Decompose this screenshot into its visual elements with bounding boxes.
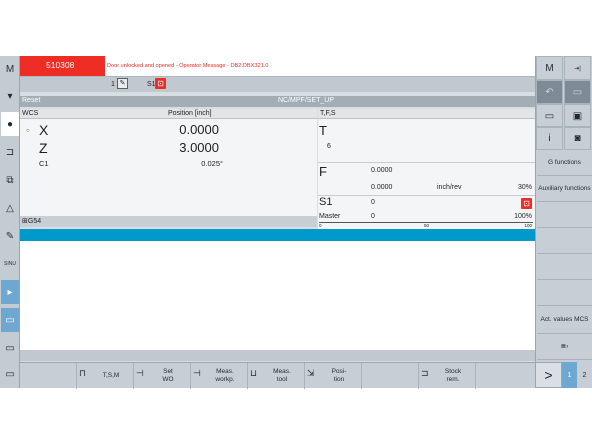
program-block-highlight <box>20 229 535 241</box>
reference-dot-icon: ○ <box>26 128 30 134</box>
startup-key[interactable]: ✎ <box>1 224 19 248</box>
scale-tick: 50 <box>424 223 430 228</box>
right-softkey-bar: M ⇥| ↶ ▭ ▭ ▣ i ◙ G functions Auxiliary f… <box>535 56 592 388</box>
work-offset-icon: ⊣ <box>136 368 144 378</box>
scale-tick: 100 <box>524 223 532 228</box>
tfs-panel: T,F,S T 6 F 0.0000 0.0000 inch/rev 30% S… <box>318 109 535 216</box>
tfs-header: T,F,S <box>318 109 535 119</box>
wcs-panel: WCS Position [inch] ○ X 0.0000 Z 3.0000 … <box>20 109 317 216</box>
axis-row-x: ○ X 0.0000 <box>20 122 317 138</box>
diagnostics-key[interactable]: ⧉ <box>1 168 19 192</box>
spindle-value: 0 <box>371 199 375 206</box>
feed-label: F <box>319 164 327 179</box>
tool-label: T <box>319 123 327 138</box>
g-functions-button[interactable]: G functions <box>537 150 592 176</box>
feed-value: 0.0000 <box>371 167 393 174</box>
wcs-header: WCS Position [inch] <box>20 109 317 119</box>
spindle-status-icon: ⊡ <box>521 198 532 209</box>
status-bar: Reset NC/MPF/SET_UP <box>20 96 535 107</box>
alarm-number: 510308 <box>20 56 105 76</box>
auxiliary-functions-button[interactable]: Auxiliary functions <box>537 176 592 202</box>
program-display <box>20 241 535 350</box>
axis-name: Z <box>39 140 48 156</box>
work-offset: ⊞G54 <box>20 216 317 227</box>
sinumerik-key[interactable]: SINU <box>1 252 19 276</box>
monitor-icon[interactable]: ▭ <box>536 104 563 128</box>
edit-icon: ✎ <box>117 78 128 89</box>
parameter-key[interactable]: ▾ <box>1 84 19 108</box>
alarm-key[interactable]: △ <box>1 196 19 220</box>
feed-override: 30% <box>517 184 532 191</box>
position-button[interactable]: ⇲ Posi- tion <box>305 363 362 389</box>
page-1-button[interactable]: 1 <box>562 362 577 388</box>
page-2-button[interactable]: 2 <box>577 362 592 388</box>
tsm-button[interactable]: ⊓ T,S,M <box>77 363 134 389</box>
tool-number: 6 <box>327 143 331 150</box>
jog-icon[interactable]: ⇥| <box>564 56 591 80</box>
bottom-softkey-bar: ⊓ T,S,M ⊣ Set WO ⊣ Meas. workp. ⊔ Meas. … <box>20 362 535 389</box>
empty-softkey[interactable] <box>476 363 535 389</box>
divider <box>318 162 535 163</box>
panel-icon[interactable]: ▭ <box>1 336 19 360</box>
expand-icon[interactable]: ▸ <box>1 280 19 304</box>
spindle-label: S1 <box>319 196 333 208</box>
program-key[interactable]: ● <box>1 112 19 136</box>
act-values-mcs-button[interactable]: Act. values MCS <box>537 306 592 334</box>
panel-icon-2[interactable]: ▭ <box>1 362 19 386</box>
undo-icon[interactable]: ↶ <box>536 80 563 104</box>
position-header: Position [inch] <box>168 110 212 117</box>
empty-softkey[interactable] <box>362 363 419 389</box>
axis-value: 0.025° <box>201 159 223 168</box>
empty-softkey[interactable] <box>20 363 77 389</box>
axis-value: 0.0000 <box>179 122 219 137</box>
tool-icon: ⊓ <box>79 368 87 378</box>
axis-value: 3.0000 <box>179 140 219 155</box>
meas-tool-button[interactable]: ⊔ Meas. tool <box>248 363 305 389</box>
stock-removal-icon: ⊐ <box>421 368 429 378</box>
empty-softkey[interactable] <box>537 280 592 306</box>
master-label: Master <box>319 213 341 220</box>
master-value: 0 <box>371 213 375 220</box>
empty-softkey[interactable] <box>537 202 592 228</box>
axis-name: X <box>39 122 49 138</box>
divider <box>318 195 535 196</box>
empty-softkey[interactable] <box>537 228 592 254</box>
measure-workpiece-icon: ⊣ <box>193 368 201 378</box>
spindle-status-icon: ⊡ <box>155 78 166 89</box>
program-path: NC/MPF/SET_UP <box>278 97 335 104</box>
hmi-screen: M ▾ ● ⊐ ⧉ △ ✎ SINU ▸ ▭ ▭ ▭ 510308 Door u… <box>0 56 592 389</box>
channel-number: 1 <box>111 81 115 88</box>
left-softkey-bar: M ▾ ● ⊐ ⧉ △ ✎ SINU ▸ ▭ ▭ ▭ <box>0 56 20 388</box>
reset-status: Reset <box>22 97 41 104</box>
stock-rem-button[interactable]: ⊐ Stock rem. <box>419 363 476 389</box>
measure-tool-icon: ⊔ <box>250 368 258 378</box>
feed-unit: inch/rev <box>437 184 462 191</box>
info-icon[interactable]: i <box>536 126 563 150</box>
save-icon[interactable]: ▣ <box>564 104 591 128</box>
master-override: 100% <box>514 213 532 220</box>
machine-icon[interactable]: M <box>536 56 563 80</box>
set-wo-button[interactable]: ⊣ Set WO <box>134 363 191 389</box>
camera-icon[interactable]: ◙ <box>564 126 591 150</box>
axis-row-c1: C1 0.025° <box>20 159 317 169</box>
window-icon[interactable]: ▭ <box>564 80 591 104</box>
axis-row-z: Z 3.0000 <box>20 140 317 156</box>
feed-actual: 0.0000 <box>371 184 393 191</box>
program-footer <box>20 350 535 361</box>
channel-bar: 1 ✎ S1 ⊡ <box>20 76 535 92</box>
wcs-title: WCS <box>22 110 39 117</box>
master-row: Master 0 100% 0 50 100 <box>318 213 535 229</box>
window-icon[interactable]: ▭ <box>1 308 19 332</box>
list-icon[interactable]: ≣› <box>537 334 592 360</box>
axis-name: C1 <box>39 159 49 168</box>
scale-tick: 0 <box>319 223 322 228</box>
position-icon: ⇲ <box>307 368 315 378</box>
alarm-message: Door unlocked and opened - Operator Mess… <box>105 56 535 76</box>
empty-softkey[interactable] <box>537 254 592 280</box>
next-page-button[interactable]: > <box>535 362 562 388</box>
program-manager-key[interactable]: ⊐ <box>1 140 19 164</box>
machine-area-key[interactable]: M <box>1 57 19 81</box>
meas-workp-button[interactable]: ⊣ Meas. workp. <box>191 363 248 389</box>
